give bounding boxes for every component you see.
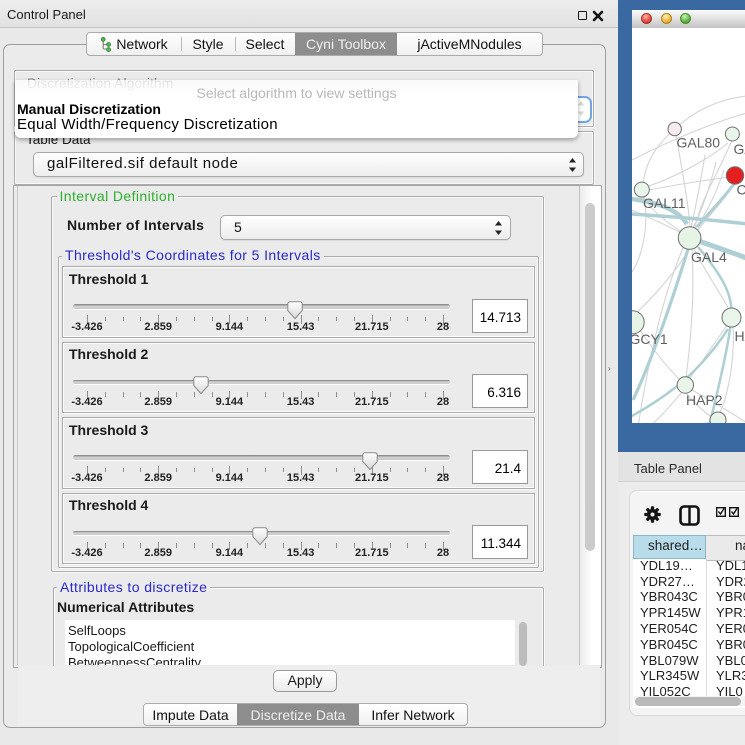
svg-text:HA: HA	[735, 328, 745, 344]
svg-text:GCY1: GCY1	[632, 331, 668, 347]
svg-text:GAL80: GAL80	[677, 135, 721, 151]
svg-text:GAL11: GAL11	[643, 195, 686, 211]
svg-text:HAP2: HAP2	[686, 392, 723, 408]
svg-text:GAL4: GAL4	[691, 249, 727, 265]
svg-text:GA: GA	[734, 141, 745, 157]
svg-text:CY: CY	[737, 182, 745, 198]
